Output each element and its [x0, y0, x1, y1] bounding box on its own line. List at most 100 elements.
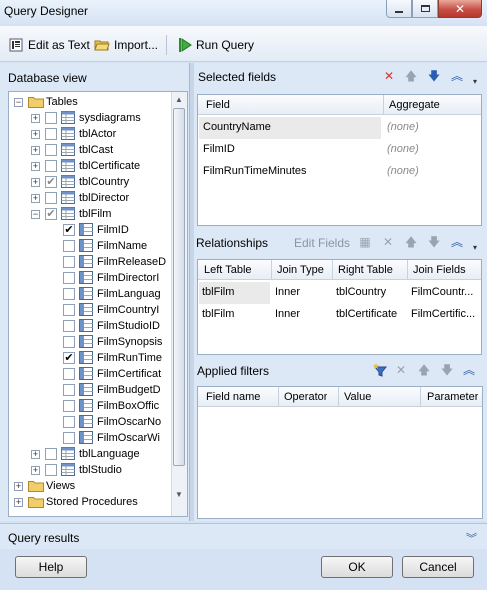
- tree-item[interactable]: + tblCertificate: [9, 158, 179, 174]
- maximize-button[interactable]: [412, 0, 438, 18]
- checkbox[interactable]: [63, 384, 75, 396]
- query-results-bar[interactable]: Query results ︾: [0, 523, 487, 549]
- checkbox[interactable]: [45, 192, 57, 204]
- tree-item[interactable]: FilmStudioID: [9, 318, 179, 334]
- checkbox[interactable]: ✔: [45, 208, 57, 220]
- ok-button[interactable]: OK: [321, 556, 393, 578]
- pane-menu-icon[interactable]: ▾: [473, 77, 477, 86]
- checkbox[interactable]: [63, 272, 75, 284]
- aggregate-cell[interactable]: (none): [387, 165, 419, 177]
- checkbox[interactable]: [63, 304, 75, 316]
- tree-item[interactable]: + tblActor: [9, 126, 179, 142]
- tree-item[interactable]: − ✔ tblFilm: [9, 206, 179, 222]
- table-row[interactable]: FilmID (none): [198, 139, 481, 161]
- checkbox[interactable]: [63, 416, 75, 428]
- minimize-button[interactable]: [386, 0, 412, 18]
- column-header[interactable]: Value: [344, 391, 371, 403]
- checkbox[interactable]: [45, 128, 57, 140]
- database-tree[interactable]: − Tables + sysdiagrams + tblActor + tblCast + tbl…: [8, 91, 188, 517]
- right-table-cell[interactable]: tblCountry: [336, 286, 386, 298]
- column-header[interactable]: Right Table: [338, 264, 393, 276]
- checkbox[interactable]: [45, 464, 57, 476]
- field-cell[interactable]: FilmID: [203, 143, 235, 155]
- expand-icon[interactable]: +: [31, 162, 40, 171]
- tree-item[interactable]: FilmBoxOffic: [9, 398, 179, 414]
- cancel-button[interactable]: Cancel: [402, 556, 474, 578]
- table-row[interactable]: CountryName (none): [198, 117, 481, 139]
- tree-item[interactable]: + tblCast: [9, 142, 179, 158]
- column-header[interactable]: Parameter: [427, 391, 478, 403]
- expand-icon[interactable]: +: [31, 146, 40, 155]
- checkbox[interactable]: [45, 144, 57, 156]
- column-header[interactable]: Field name: [206, 391, 260, 403]
- column-header[interactable]: Operator: [284, 391, 327, 403]
- column-header[interactable]: Left Table: [204, 264, 252, 276]
- expand-icon[interactable]: +: [31, 466, 40, 475]
- tree-item[interactable]: + Views: [9, 478, 179, 494]
- checkbox[interactable]: [63, 256, 75, 268]
- tree-item[interactable]: FilmCountryI: [9, 302, 179, 318]
- tree-item[interactable]: FilmDirectorI: [9, 270, 179, 286]
- column-header[interactable]: Join Type: [277, 264, 324, 276]
- table-row[interactable]: tblFilm Inner tblCountry FilmCountr...: [198, 282, 481, 304]
- column-header[interactable]: Join Fields: [413, 264, 466, 276]
- column-header[interactable]: Field: [206, 99, 230, 111]
- selected-fields-grid[interactable]: Field Aggregate CountryName (none) FilmI…: [197, 94, 482, 226]
- tree-item[interactable]: + tblDirector: [9, 190, 179, 206]
- checkbox[interactable]: ✔: [63, 224, 75, 236]
- tree-item[interactable]: − Tables: [9, 94, 179, 110]
- tree-item[interactable]: + Stored Procedures: [9, 494, 179, 510]
- tree-item[interactable]: + sysdiagrams: [9, 110, 179, 126]
- edit-as-text-button[interactable]: Edit as Text: [8, 35, 90, 55]
- tree-item[interactable]: FilmLanguag: [9, 286, 179, 302]
- tree-item[interactable]: FilmCertificat: [9, 366, 179, 382]
- expand-icon[interactable]: +: [14, 482, 23, 491]
- tree-item[interactable]: ✔ FilmID: [9, 222, 179, 238]
- join-fields-cell[interactable]: FilmCountr...: [411, 286, 481, 298]
- tree-scroll-thumb[interactable]: [173, 108, 185, 466]
- join-type-cell[interactable]: Inner: [275, 286, 300, 298]
- tree-item[interactable]: ✔ FilmRunTime: [9, 350, 179, 366]
- checkbox[interactable]: [63, 288, 75, 300]
- add-filter-icon[interactable]: [372, 362, 388, 377]
- checkbox[interactable]: [63, 368, 75, 380]
- column-header[interactable]: Aggregate: [389, 99, 440, 111]
- field-cell[interactable]: CountryName: [199, 117, 381, 139]
- collapse-up-icon[interactable]: ︽: [450, 69, 464, 83]
- scroll-down-arrow-icon[interactable]: ▼: [174, 490, 184, 500]
- tree-item[interactable]: + tblStudio: [9, 462, 179, 478]
- collapse-up-icon[interactable]: ︽: [450, 235, 464, 249]
- checkbox[interactable]: [63, 336, 75, 348]
- checkbox[interactable]: [63, 400, 75, 412]
- collapse-up-icon[interactable]: ︽: [462, 363, 476, 377]
- tree-item[interactable]: FilmReleaseD: [9, 254, 179, 270]
- tree-item[interactable]: FilmOscarNo: [9, 414, 179, 430]
- aggregate-cell[interactable]: (none): [387, 121, 419, 133]
- delete-icon[interactable]: ✕: [382, 69, 396, 83]
- table-row[interactable]: FilmRunTimeMinutes (none): [198, 161, 481, 183]
- pane-menu-icon[interactable]: ▾: [473, 243, 477, 252]
- checkbox[interactable]: [63, 320, 75, 332]
- expand-icon[interactable]: +: [31, 194, 40, 203]
- edit-fields-button[interactable]: Edit Fields: [294, 236, 350, 250]
- expand-icon[interactable]: +: [31, 114, 40, 123]
- checkbox[interactable]: [45, 448, 57, 460]
- left-table-cell[interactable]: tblFilm: [202, 308, 234, 320]
- tree-item[interactable]: FilmName: [9, 238, 179, 254]
- table-row[interactable]: tblFilm Inner tblCertificate FilmCertifi…: [198, 304, 481, 326]
- applied-filters-grid[interactable]: Field name Operator Value Parameter: [197, 386, 483, 519]
- expand-icon[interactable]: +: [31, 130, 40, 139]
- checkbox[interactable]: [45, 160, 57, 172]
- checkbox[interactable]: [63, 240, 75, 252]
- tree-item[interactable]: FilmSynopsis: [9, 334, 179, 350]
- right-table-cell[interactable]: tblCertificate: [336, 308, 397, 320]
- field-cell[interactable]: FilmRunTimeMinutes: [203, 165, 307, 177]
- tree-item[interactable]: FilmBudgetD: [9, 382, 179, 398]
- tree-item[interactable]: + tblLanguage: [9, 446, 179, 462]
- run-query-button[interactable]: Run Query: [178, 35, 254, 55]
- aggregate-cell[interactable]: (none): [387, 143, 419, 155]
- collapse-icon[interactable]: −: [14, 98, 23, 107]
- join-fields-cell[interactable]: FilmCertific...: [411, 308, 481, 320]
- close-button[interactable]: ✕: [438, 0, 482, 18]
- join-type-cell[interactable]: Inner: [275, 308, 300, 320]
